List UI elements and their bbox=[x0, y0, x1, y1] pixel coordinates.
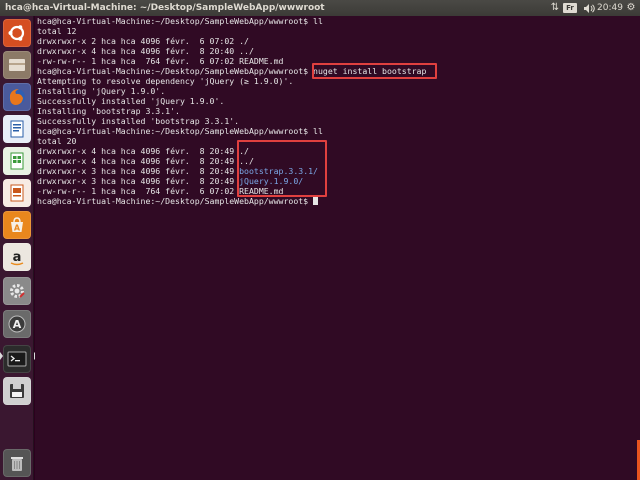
launcher-calc[interactable] bbox=[3, 147, 31, 175]
terminal-line-text: -rw-rw-r-- 1 hca hca 764 févr. 6 07:02 R… bbox=[37, 56, 284, 66]
system-settings-icon bbox=[6, 280, 28, 302]
file-attributes: drwxrwxr-x 4 hca hca 4096 févr. 8 20:49 bbox=[37, 146, 240, 156]
launcher-software-center[interactable]: A bbox=[3, 211, 31, 239]
launcher-files[interactable] bbox=[3, 51, 31, 79]
terminal-line-text: Installing 'jQuery 1.9.0'. bbox=[37, 86, 166, 96]
amazon-icon: a bbox=[6, 246, 28, 268]
terminal-line-text: hca@hca-Virtual-Machine:~/Desktop/Sample… bbox=[37, 126, 323, 136]
terminal-line: -rw-rw-r-- 1 hca hca 764 févr. 6 07:02 R… bbox=[37, 186, 426, 196]
terminal-line-text: drwxrwxr-x 2 hca hca 4096 févr. 6 07:02 … bbox=[37, 36, 249, 46]
terminal-icon bbox=[6, 348, 28, 370]
ubuntu-logo-icon bbox=[6, 22, 28, 44]
terminal-line: Installing 'bootstrap 3.3.1'. bbox=[37, 106, 426, 116]
terminal-line-text: Successfully installed 'jQuery 1.9.0'. bbox=[37, 96, 225, 106]
volume-icon[interactable] bbox=[582, 0, 596, 16]
software-center-icon: A bbox=[6, 214, 28, 236]
terminal-line: drwxrwxr-x 4 hca hca 4096 févr. 8 20:40 … bbox=[37, 46, 426, 56]
file-attributes: drwxrwxr-x 4 hca hca 4096 févr. 8 20:49 bbox=[37, 156, 240, 166]
clock[interactable]: 20:49 bbox=[597, 0, 623, 16]
launcher-writer[interactable] bbox=[3, 115, 31, 143]
file-attributes: -rw-rw-r-- 1 hca hca 764 févr. 6 07:02 bbox=[37, 186, 240, 196]
terminal-line: drwxrwxr-x 4 hca hca 4096 févr. 8 20:49 … bbox=[37, 156, 426, 166]
launcher-dash[interactable] bbox=[3, 19, 31, 47]
terminal-line: hca@hca-Virtual-Machine:~/Desktop/Sample… bbox=[37, 16, 426, 26]
firefox-icon bbox=[6, 86, 28, 108]
keyboard-layout-indicator[interactable]: Fr bbox=[563, 3, 577, 13]
launcher-impress[interactable] bbox=[3, 179, 31, 207]
terminal-line: drwxrwxr-x 3 hca hca 4096 févr. 8 20:49 … bbox=[37, 166, 426, 176]
libreoffice-calc-icon bbox=[6, 150, 28, 172]
terminal-line-text: Attempting to resolve dependency 'jQuery… bbox=[37, 76, 294, 86]
terminal-line: drwxrwxr-x 2 hca hca 4096 févr. 6 07:02 … bbox=[37, 36, 426, 46]
terminal-line: Installing 'jQuery 1.9.0'. bbox=[37, 86, 426, 96]
power-gear-icon[interactable]: ⚙ bbox=[624, 0, 638, 16]
terminal-line: Successfully installed 'bootstrap 3.3.1'… bbox=[37, 116, 426, 126]
svg-text:A: A bbox=[13, 318, 22, 331]
launcher: Aa A bbox=[0, 16, 34, 480]
libreoffice-writer-icon bbox=[6, 118, 28, 140]
launcher-settings[interactable] bbox=[3, 277, 31, 305]
window-title: hca@hca-Virtual-Machine: ~/Desktop/Sampl… bbox=[5, 3, 325, 13]
file-attributes: drwxrwxr-x 3 hca hca 4096 févr. 8 20:49 bbox=[37, 166, 240, 176]
terminal-line-text: Successfully installed 'bootstrap 3.3.1'… bbox=[37, 116, 240, 126]
terminal-line: Successfully installed 'jQuery 1.9.0'. bbox=[37, 96, 426, 106]
terminal-line-text: total 20 bbox=[37, 136, 77, 146]
terminal-window[interactable]: hca@hca-Virtual-Machine:~/Desktop/Sample… bbox=[35, 16, 640, 480]
launcher-terminal[interactable] bbox=[3, 345, 31, 373]
launcher-updater[interactable]: A bbox=[3, 310, 31, 338]
terminal-line: total 12 bbox=[37, 26, 426, 36]
terminal-line-text: Installing 'bootstrap 3.3.1'. bbox=[37, 106, 180, 116]
terminal-line: drwxrwxr-x 4 hca hca 4096 févr. 8 20:49 … bbox=[37, 146, 426, 156]
terminal-line-text: hca@hca-Virtual-Machine:~/Desktop/Sample… bbox=[37, 16, 323, 26]
launcher-firefox[interactable] bbox=[3, 83, 31, 111]
files-icon bbox=[6, 54, 28, 76]
launcher-disk[interactable] bbox=[3, 377, 31, 405]
launcher-amazon[interactable]: a bbox=[3, 243, 31, 271]
terminal-line: hca@hca-Virtual-Machine:~/Desktop/Sample… bbox=[37, 196, 426, 206]
terminal-line-text: drwxrwxr-x 4 hca hca 4096 févr. 8 20:40 … bbox=[37, 46, 254, 56]
active-app-pip bbox=[0, 352, 3, 360]
software-updater-icon: A bbox=[6, 313, 28, 335]
top-panel: hca@hca-Virtual-Machine: ~/Desktop/Sampl… bbox=[0, 0, 640, 16]
file-attributes: drwxrwxr-x 3 hca hca 4096 févr. 8 20:49 bbox=[37, 176, 240, 186]
terminal-line-text: total 12 bbox=[37, 26, 77, 36]
highlight-installed-folders bbox=[237, 140, 327, 197]
highlight-install-command bbox=[312, 63, 437, 79]
terminal-output: hca@hca-Virtual-Machine:~/Desktop/Sample… bbox=[37, 16, 426, 206]
svg-text:A: A bbox=[14, 224, 21, 233]
terminal-line: drwxrwxr-x 3 hca hca 4096 févr. 8 20:49 … bbox=[37, 176, 426, 186]
disk-icon bbox=[6, 380, 28, 402]
svg-text:a: a bbox=[13, 250, 22, 265]
terminal-line: hca@hca-Virtual-Machine:~/Desktop/Sample… bbox=[37, 126, 426, 136]
trash-icon bbox=[6, 452, 28, 474]
terminal-line: total 20 bbox=[37, 136, 426, 146]
terminal-cursor bbox=[313, 196, 319, 205]
network-updown-icon[interactable]: ⇅ bbox=[548, 0, 562, 16]
libreoffice-impress-icon bbox=[6, 182, 28, 204]
launcher-trash[interactable] bbox=[3, 449, 31, 477]
terminal-line-text: hca@hca-Virtual-Machine:~/Desktop/Sample… bbox=[37, 196, 314, 206]
